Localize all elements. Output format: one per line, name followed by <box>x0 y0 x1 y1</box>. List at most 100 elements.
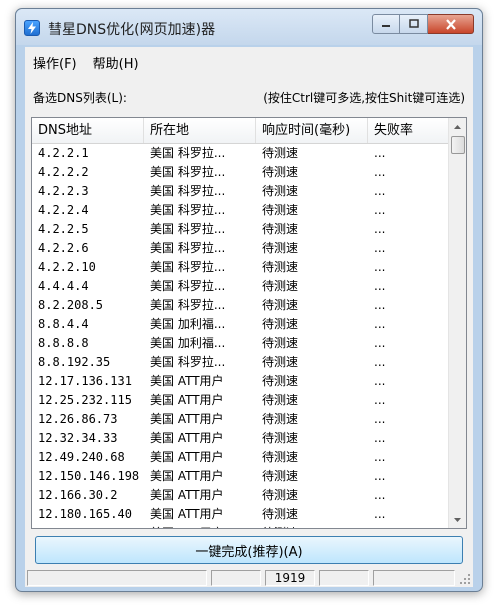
cell-dns-address: 12.150.146.198 <box>38 469 140 483</box>
table-row[interactable]: 8.2.208.5 美国 科罗拉... 待测速... <box>32 296 449 315</box>
maximize-icon <box>408 19 419 28</box>
cell-fail-rate: ... <box>374 507 386 521</box>
cell-location: 美国 科罗拉... <box>150 184 226 198</box>
dns-listview[interactable]: DNS地址 所在地 响应时间(毫秒) 失败率 4.2.2.1 美国 科罗拉... 待… <box>31 117 467 529</box>
minimize-button[interactable] <box>372 14 400 34</box>
cell-location: 美国 科罗拉... <box>150 165 226 179</box>
table-row[interactable]: 12.166.30.2 美国 ATT用户 待测速... <box>32 486 449 505</box>
menu-help[interactable]: 帮助(H) <box>85 51 147 72</box>
status-panel-5 <box>373 570 455 586</box>
table-row[interactable]: 4.2.2.2 美国 科罗拉... 待测速... <box>32 163 449 182</box>
column-header-failrate[interactable]: 失败率 <box>368 118 449 143</box>
table-row[interactable]: 12.32.34.33 美国 ATT用户 待测速... <box>32 429 449 448</box>
cell-location: 美国 ATT用户 <box>150 450 224 464</box>
cell-dns-address: 4.2.2.2 <box>38 165 89 179</box>
lightning-icon <box>24 20 40 36</box>
title-bar[interactable]: 彗星DNS优化(网页加速)器 <box>16 9 482 45</box>
table-row[interactable]: 4.2.2.1 美国 科罗拉... 待测速... <box>32 144 449 163</box>
cell-fail-rate: ... <box>374 336 386 350</box>
cell-location: 美国 加利福... <box>150 317 226 331</box>
table-row[interactable]: 4.4.4.4 美国 科罗拉... 待测速... <box>32 277 449 296</box>
table-row[interactable]: 12.150.146.198 美国 ATT用户 待测速... <box>32 467 449 486</box>
cell-response-time: 待测速 <box>262 374 299 388</box>
table-row[interactable]: 12.180.165.40 美国 ATT用户 待测速... <box>32 505 449 524</box>
cell-location: 美国 ATT用户 <box>150 488 224 502</box>
menu-bar: 操作(F) 帮助(H) <box>25 51 147 72</box>
cell-response-time: 待测速 <box>262 412 299 426</box>
cell-fail-rate: ... <box>374 524 444 528</box>
cell-response-time: 待测速 <box>262 298 299 312</box>
menu-operate[interactable]: 操作(F) <box>25 51 85 72</box>
table-row[interactable]: 12.17.136.131 美国 ATT用户 待测速... <box>32 372 449 391</box>
app-window: 彗星DNS优化(网页加速)器 操作(F) 帮助(H) 备选DNS列表(L): (… <box>15 8 483 592</box>
cell-fail-rate: ... <box>374 469 386 483</box>
vertical-scrollbar[interactable] <box>448 118 466 528</box>
cell-fail-rate: ... <box>374 241 386 255</box>
table-row[interactable]: 12.26.86.73 美国 ATT用户 待测速... <box>32 410 449 429</box>
cell-dns-address: 12.49.240.68 <box>38 450 125 464</box>
resize-grip-icon[interactable] <box>459 573 471 585</box>
table-row[interactable]: 8.8.4.4 美国 加利福... 待测速... <box>32 315 449 334</box>
cell-dns-address: 4.2.2.3 <box>38 184 89 198</box>
cell-fail-rate: ... <box>374 450 386 464</box>
status-panel-main <box>27 570 207 586</box>
table-row[interactable]: 8.8.8.8 美国 加利福... 待测速... <box>32 334 449 353</box>
cell-dns-address: 4.2.2.6 <box>38 241 89 255</box>
table-row[interactable]: 8.8.192.35 美国 科罗拉... 待测速... <box>32 353 449 372</box>
one-click-finish-button[interactable]: 一键完成(推荐)(A) <box>35 536 463 564</box>
close-button[interactable] <box>428 14 474 34</box>
cell-dns-address: 12.17.136.131 <box>38 374 132 388</box>
column-header-dns[interactable]: DNS地址 <box>32 118 144 143</box>
cell-location: 美国 科罗拉... <box>150 203 226 217</box>
cell-dns-address: 4.4.4.4 <box>38 279 89 293</box>
cell-response-time: 待测速 <box>262 450 299 464</box>
caption-buttons <box>372 14 474 36</box>
cell-response-time: 待测速 <box>262 222 299 236</box>
arrow-down-icon <box>454 517 461 522</box>
cell-fail-rate: ... <box>374 222 386 236</box>
scroll-thumb[interactable] <box>451 136 465 154</box>
cell-location: 美国 ATT用户 <box>150 374 224 388</box>
table-row[interactable]: 12.25.232.115 美国 ATT用户 待测速... <box>32 391 449 410</box>
cell-dns-address: 8.8.192.35 <box>38 355 111 369</box>
list-body: 4.2.2.1 美国 科罗拉... 待测速... 4.2.2.2 美国 科罗拉... 待测… <box>32 144 449 528</box>
cell-dns-address: 4.2.2.10 <box>38 260 96 274</box>
cell-location: 美国 科罗拉... <box>150 355 226 369</box>
cell-fail-rate: ... <box>374 203 386 217</box>
cell-location: 美国 ATT用户 <box>150 524 258 528</box>
table-row[interactable]: 4.2.2.5 美国 科罗拉... 待测速... <box>32 220 449 239</box>
column-header-location[interactable]: 所在地 <box>144 118 256 143</box>
cell-response-time: 待测速 <box>262 184 299 198</box>
cell-location: 美国 科罗拉... <box>150 279 226 293</box>
table-row[interactable]: 4.2.2.6 美国 科罗拉... 待测速... <box>32 239 449 258</box>
column-header-response[interactable]: 响应时间(毫秒) <box>256 118 368 143</box>
cell-fail-rate: ... <box>374 412 386 426</box>
cell-dns-address: 12.180.165.40 <box>38 507 132 521</box>
cell-dns-address: 8.8.8.8 <box>38 336 89 350</box>
table-row[interactable]: 12.194.164.33 美国 ATT用户待测速... <box>32 524 449 528</box>
cell-location: 美国 科罗拉... <box>150 298 226 312</box>
window-title: 彗星DNS优化(网页加速)器 <box>48 22 216 38</box>
cell-dns-address: 8.8.4.4 <box>38 317 89 331</box>
cell-fail-rate: ... <box>374 317 386 331</box>
cell-location: 美国 ATT用户 <box>150 393 224 407</box>
minimize-icon <box>382 25 390 27</box>
table-row[interactable]: 12.49.240.68 美国 ATT用户 待测速... <box>32 448 449 467</box>
cell-fail-rate: ... <box>374 355 386 369</box>
cell-response-time: 待测速 <box>262 507 299 521</box>
cell-dns-address: 4.2.2.1 <box>38 146 89 160</box>
scroll-up-button[interactable] <box>449 118 466 135</box>
cell-response-time: 待测速 <box>262 165 299 179</box>
table-row[interactable]: 4.2.2.3 美国 科罗拉... 待测速... <box>32 182 449 201</box>
cell-fail-rate: ... <box>374 374 386 388</box>
cell-dns-address: 12.166.30.2 <box>38 488 118 502</box>
cell-fail-rate: ... <box>374 431 386 445</box>
maximize-button[interactable] <box>400 14 428 34</box>
cell-response-time: 待测速 <box>262 241 299 255</box>
table-row[interactable]: 4.2.2.4 美国 科罗拉... 待测速... <box>32 201 449 220</box>
table-row[interactable]: 4.2.2.10 美国 科罗拉... 待测速... <box>32 258 449 277</box>
cell-fail-rate: ... <box>374 184 386 198</box>
cell-response-time: 待测速 <box>262 393 299 407</box>
cell-fail-rate: ... <box>374 298 386 312</box>
scroll-down-button[interactable] <box>449 511 466 528</box>
